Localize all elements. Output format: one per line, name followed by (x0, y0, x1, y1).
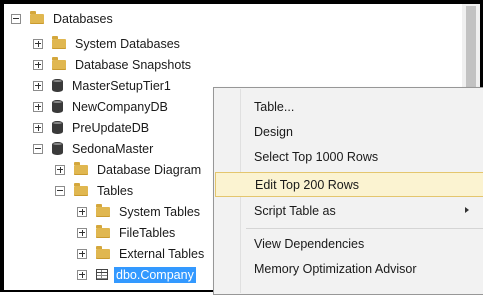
menu-item-label: Design (254, 124, 293, 139)
folder-icon (96, 203, 110, 217)
tree-node-sedonamaster[interactable]: SedonaMaster (33, 138, 153, 159)
menu-item-script-table-as[interactable]: Script Table as (215, 198, 483, 223)
menu-item-new-table[interactable]: Table... (215, 94, 483, 119)
expand-icon[interactable] (77, 227, 87, 238)
tree-node-label: NewCompanyDB (72, 99, 168, 114)
expand-icon[interactable] (33, 80, 43, 91)
tree-node-label: Databases (53, 11, 113, 26)
expand-icon[interactable] (33, 101, 43, 112)
menu-item-view-dependencies[interactable]: View Dependencies (215, 231, 483, 256)
menu-item-label: Script Table as (254, 203, 336, 218)
tree-node-database-diagrams[interactable]: Database Diagram (55, 159, 201, 180)
menu-item-label: View Dependencies (254, 236, 365, 251)
menu-item-label: Select Top 1000 Rows (254, 149, 379, 164)
menu-item-label: Table... (254, 99, 295, 114)
tree-node-databases[interactable]: Databases (11, 8, 113, 29)
collapse-icon[interactable] (55, 185, 65, 196)
tree-node-partial[interactable] (77, 285, 114, 290)
tree-node-preupdatedb[interactable]: PreUpdateDB (33, 117, 149, 138)
tree-node-label: SedonaMaster (72, 141, 154, 156)
menu-item-design[interactable]: Design (215, 119, 483, 144)
tree-node-label: dbo.Company (114, 266, 196, 283)
expand-icon[interactable] (33, 59, 43, 70)
tree-node-database-snapshots[interactable]: Database Snapshots (33, 54, 191, 75)
expand-icon[interactable] (33, 38, 43, 49)
folder-icon (96, 245, 110, 259)
folder-icon (74, 161, 88, 175)
menu-item-select-top-rows[interactable]: Select Top 1000 Rows (215, 144, 483, 169)
folder-icon (30, 10, 44, 24)
tree-node-filetables[interactable]: FileTables (77, 222, 175, 243)
table-icon (96, 269, 108, 280)
context-menu: Table... Design Select Top 1000 Rows Edi… (213, 87, 483, 295)
menu-item-edit-top-rows[interactable]: Edit Top 200 Rows (215, 172, 483, 197)
tree-node-label: Database Diagram (97, 162, 202, 177)
tree-node-system-databases[interactable]: System Databases (33, 33, 180, 54)
collapse-icon[interactable] (33, 143, 43, 154)
menu-item-label: Memory Optimization Advisor (254, 261, 417, 276)
database-icon (52, 142, 63, 155)
tree-node-label: External Tables (119, 246, 205, 261)
expand-icon[interactable] (77, 269, 87, 280)
expand-icon[interactable] (33, 122, 43, 133)
tree-node-tables[interactable]: Tables (55, 180, 133, 201)
expand-icon[interactable] (77, 206, 87, 217)
tree-node-label: PreUpdateDB (72, 120, 150, 135)
database-icon (52, 100, 63, 113)
database-icon (52, 121, 63, 134)
tree-node-label: MasterSetupTier1 (72, 78, 171, 93)
folder-icon (96, 224, 110, 238)
tree-node-label: FileTables (119, 225, 176, 240)
folder-icon (52, 35, 66, 49)
collapse-icon[interactable] (11, 13, 21, 24)
tree-node-dbo-company[interactable]: dbo.Company (77, 264, 196, 285)
menu-separator (246, 228, 483, 229)
expand-icon[interactable] (55, 164, 65, 175)
tree-node-mastersetuptier1[interactable]: MasterSetupTier1 (33, 75, 171, 96)
tree-node-label: Tables (97, 183, 134, 198)
tree-node-label: System Databases (75, 36, 180, 51)
tree-node-external-tables[interactable]: External Tables (77, 243, 204, 264)
tree-node-system-tables[interactable]: System Tables (77, 201, 200, 222)
menu-item-label: Edit Top 200 Rows (255, 177, 359, 192)
tree-node-label: System Tables (119, 204, 201, 219)
expand-icon[interactable] (77, 248, 87, 259)
database-icon (52, 79, 63, 92)
tree-node-newcompanydb[interactable]: NewCompanyDB (33, 96, 168, 117)
folder-icon (52, 56, 66, 70)
submenu-arrow-icon (465, 207, 469, 213)
menu-item-memory-optimization-advisor[interactable]: Memory Optimization Advisor (215, 256, 483, 281)
folder-icon (74, 182, 88, 196)
tree-node-label: Database Snapshots (75, 57, 192, 72)
